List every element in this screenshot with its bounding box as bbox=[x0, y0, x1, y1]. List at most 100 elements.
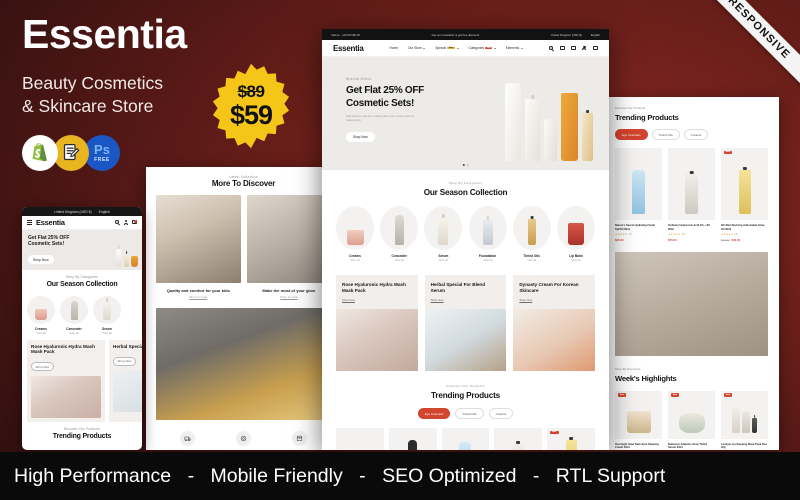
category-item[interactable]: Tinted Oils View all bbox=[512, 206, 551, 262]
nav-item-elements[interactable]: Elements bbox=[506, 46, 523, 50]
tab-eye-cosmetic[interactable]: Eye Cosmetic bbox=[417, 408, 451, 419]
desktop-navbar: Essentia Home Our Store Special Sale Cate… bbox=[322, 40, 609, 57]
oil-bottle-icon bbox=[565, 440, 577, 450]
trending-title: Trending Products bbox=[431, 391, 500, 400]
promo-card[interactable]: Rose Hyaluronic Hydra Wash Mask Pack Sho… bbox=[27, 339, 105, 422]
promo-card[interactable]: Herbal Special For Blend Serum Shop Now bbox=[424, 275, 507, 371]
foundation-icon bbox=[408, 440, 418, 450]
nav-item-special[interactable]: Special Sale bbox=[435, 46, 459, 50]
category-item[interactable]: Concealer View all bbox=[380, 206, 419, 262]
category-link[interactable]: View all bbox=[424, 259, 462, 262]
hero-description: Duis elit sem velit sem cursing diam nun… bbox=[346, 115, 414, 123]
right-highlights-section: Shop By Discounts Week's Highlights Sale… bbox=[604, 356, 779, 451]
tab-tinted-oils[interactable]: Tinted Oils bbox=[455, 408, 484, 419]
product-card[interactable]: Sale BC Skin Reviving Antioxidant Glow O… bbox=[721, 148, 768, 242]
product-card[interactable]: Sale Nutrience Adaptive Glow Tinted Seru… bbox=[668, 390, 715, 451]
product-card[interactable]: Nature's Secret Hydrating Facial SpF50 6… bbox=[615, 148, 662, 242]
product-card[interactable]: Sale BC Skin Reviving Antioxidant Glow O… bbox=[547, 428, 595, 450]
category-thumb bbox=[27, 296, 55, 324]
feature-rtl-support: RTL Support bbox=[555, 464, 666, 487]
compare-icon[interactable] bbox=[571, 45, 576, 51]
tab-tinted-oils[interactable]: Tinted Oils bbox=[651, 129, 680, 140]
menu-icon[interactable] bbox=[27, 220, 32, 225]
feature-item: Best Online Support At imperdiet dis at … bbox=[218, 431, 268, 450]
promo-image bbox=[336, 309, 418, 371]
country-selector[interactable]: United Kingdom (USD $) bbox=[551, 33, 582, 37]
feature-title: Best Online Support bbox=[218, 450, 268, 451]
mobile-trending-eyebrow: Discover Our Products bbox=[63, 426, 101, 431]
promo-shop-link[interactable]: Shop Now bbox=[519, 298, 589, 302]
search-icon[interactable] bbox=[549, 45, 554, 52]
category-link[interactable]: View all bbox=[557, 259, 595, 262]
promo-card[interactable]: Rose Hyaluronic Hydra Wash Mask Pack Sho… bbox=[336, 275, 418, 371]
serum-bottle-icon bbox=[103, 302, 111, 320]
nav-item-home[interactable]: Home bbox=[390, 46, 399, 50]
desktop-logo[interactable]: Essentia bbox=[333, 44, 364, 53]
discover-caption-link[interactable]: Shop In Look bbox=[156, 295, 241, 299]
tab-eye-cosmetic[interactable]: Eye Cosmetic bbox=[615, 129, 648, 140]
tinted-oil-icon bbox=[527, 219, 536, 245]
desktop-nav-icons bbox=[549, 45, 598, 52]
tab-creams[interactable]: Creams bbox=[488, 408, 514, 419]
account-icon[interactable] bbox=[123, 220, 129, 225]
discover-cell[interactable]: Quality and comfort for your kids Shop I… bbox=[156, 195, 241, 299]
nav-item-our-store[interactable]: Our Store bbox=[408, 46, 426, 50]
dropper-icon bbox=[685, 174, 698, 214]
hero-shop-button[interactable]: Shop Now bbox=[346, 131, 375, 142]
product-pump-icon bbox=[525, 99, 540, 161]
mobile-hero-shop-button[interactable]: Shop Now bbox=[28, 255, 54, 264]
category-link[interactable]: View all bbox=[336, 259, 374, 262]
category-item[interactable]: Creams View all bbox=[336, 206, 374, 262]
category-link[interactable]: View all bbox=[60, 332, 88, 335]
category-item[interactable]: Creams View all bbox=[27, 296, 55, 335]
account-icon[interactable] bbox=[582, 45, 587, 51]
promo-image bbox=[513, 309, 596, 371]
promo-card[interactable]: Herbal Special For Blend Serum Shop Now bbox=[109, 339, 142, 422]
promo-card[interactable]: Dynasty Cream For Korean Skincare Shop N… bbox=[513, 275, 596, 371]
category-link[interactable]: View all bbox=[27, 332, 55, 335]
desktop-hero: Special Offers Get Flat 25% OFF Cosmetic… bbox=[322, 57, 609, 170]
cart-icon[interactable] bbox=[593, 45, 598, 51]
nav-item-categories[interactable]: Categories Hot bbox=[469, 46, 496, 50]
discover-cell[interactable]: Make the most of your glow Shop In Look bbox=[246, 195, 332, 299]
category-item[interactable]: Serum View all bbox=[93, 296, 121, 335]
announcement-message: Get our newsletter & get free discount! bbox=[431, 32, 480, 37]
page-title: Essentia bbox=[22, 11, 187, 57]
jar-icon bbox=[678, 412, 705, 433]
category-link[interactable]: View all bbox=[380, 259, 418, 262]
tab-creams[interactable]: Creams bbox=[683, 129, 709, 140]
category-item[interactable]: Serum View all bbox=[424, 206, 463, 262]
product-jar-icon bbox=[131, 256, 138, 267]
product-card[interactable]: Renaissance Bright Night Serum 30ml ★★★★… bbox=[336, 428, 384, 450]
language-selector[interactable]: English bbox=[591, 33, 600, 37]
chevron-down-icon bbox=[423, 47, 426, 49]
product-card[interactable]: Ordinary Hyaluronic Acid 2% + B5 30ml ★★… bbox=[494, 428, 543, 450]
cart-icon[interactable]: 0 bbox=[132, 219, 138, 225]
mobile-language-selector[interactable]: English bbox=[99, 210, 110, 214]
product-name: Lumiyar Lip Sleeping Mask Pack Duo 20g bbox=[721, 442, 767, 450]
search-icon[interactable] bbox=[115, 220, 120, 226]
category-item[interactable]: Lip Balm View all bbox=[556, 206, 595, 262]
category-item[interactable]: Concealer View all bbox=[60, 296, 88, 335]
product-card[interactable]: Ordinary Hyaluronic Acid 2% + B5 30ml ★★… bbox=[668, 148, 715, 242]
mobile-header-icons: 0 bbox=[115, 219, 138, 226]
category-link[interactable]: View all bbox=[93, 332, 121, 335]
desktop-categories-section: Shop By Categories Our Season Collection… bbox=[322, 170, 609, 450]
promo-shop-link[interactable]: Shop Now bbox=[431, 298, 501, 302]
product-card[interactable]: Sale Overnight Glow Dark Spot Sleeping C… bbox=[615, 390, 662, 451]
product-card[interactable]: Super 3 Total Treatment Beauty Essential… bbox=[388, 428, 437, 450]
hero-carousel-dots[interactable] bbox=[462, 164, 469, 166]
category-item[interactable]: Foundation View all bbox=[468, 206, 507, 262]
promo-shop-button[interactable]: Shop Now bbox=[113, 356, 136, 366]
category-link[interactable]: View all bbox=[513, 259, 551, 262]
category-link[interactable]: View all bbox=[469, 259, 507, 262]
right-trending-section: Discover Our Products Trending Products … bbox=[604, 97, 779, 356]
promo-shop-link[interactable]: Shop Now bbox=[342, 298, 412, 302]
product-card[interactable]: Sale Lumiyar Lip Sleeping Mask Pack Duo … bbox=[721, 390, 768, 451]
promo-shop-button[interactable]: Shop Now bbox=[31, 362, 54, 372]
product-card[interactable]: Nature's Secret Hydrating Facial SpF50 6… bbox=[441, 428, 490, 450]
wishlist-icon[interactable] bbox=[560, 45, 565, 51]
mobile-logo[interactable]: Essentia bbox=[36, 218, 65, 227]
mobile-country-selector[interactable]: United Kingdom (USD $) bbox=[54, 210, 91, 214]
discover-caption-link[interactable]: Shop In Look bbox=[247, 295, 332, 299]
